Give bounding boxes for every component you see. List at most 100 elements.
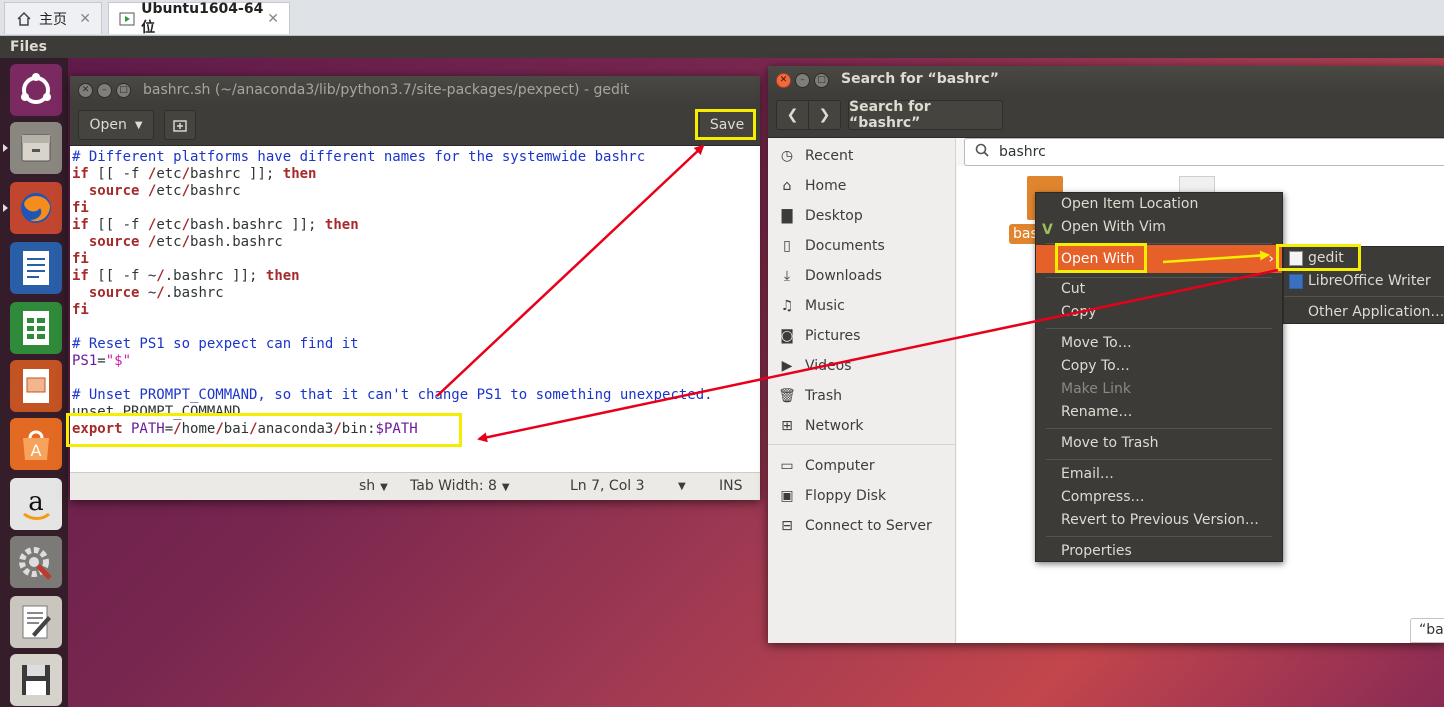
sidebar-item-computer[interactable]: ▭ Computer: [778, 454, 874, 478]
vm-tab-home[interactable]: 主页 ✕: [4, 2, 102, 34]
forward-button[interactable]: ❯: [808, 100, 841, 130]
code-view: # Different platforms have different nam…: [70, 146, 760, 438]
code-line: fi: [72, 251, 89, 267]
files-titlebar[interactable]: ✕ – □ Search for “bashrc”: [768, 66, 1444, 94]
menu-item-copy[interactable]: Copy: [1036, 301, 1282, 324]
menu-item-revert-to-previous-version[interactable]: Revert to Previous Version…: [1036, 509, 1282, 532]
home-icon: ⌂: [782, 178, 792, 194]
window-title: Search for “bashrc”: [841, 71, 999, 87]
sidebar-item-videos[interactable]: ▶ Videos: [778, 354, 852, 378]
menu-item-email[interactable]: Email…: [1036, 463, 1282, 486]
new-tab-button[interactable]: [164, 110, 196, 140]
maximize-icon[interactable]: □: [116, 83, 131, 98]
menu-item-open-item-location[interactable]: Open Item Location: [1036, 193, 1282, 216]
code-line: source ~/.bashrc: [72, 285, 224, 301]
libreoffice-writer-icon: [1289, 274, 1303, 289]
submenu-item-libreoffice-writer[interactable]: LibreOffice Writer: [1284, 270, 1444, 293]
vm-tab-ubuntu-label: Ubuntu1604-64 位: [141, 0, 264, 36]
svg-text:a: a: [28, 487, 44, 517]
maximize-icon[interactable]: □: [814, 73, 829, 88]
sidebar-item-connect-to-server[interactable]: ⊟ Connect to Server: [778, 514, 932, 538]
highlight-save-button: [695, 109, 756, 140]
vm-tab-strip: 主页 ✕ Ubuntu1604-64 位 ✕: [0, 0, 1444, 36]
gedit-titlebar[interactable]: ✕ – □ bashrc.sh (~/anaconda3/lib/python3…: [70, 76, 760, 104]
sidebar-item-downloads[interactable]: ⤓ Downloads: [778, 264, 882, 288]
code-line: # Unset PROMPT_COMMAND, so that it can't…: [72, 387, 713, 403]
submenu-item-other-application[interactable]: Other Application…: [1284, 301, 1444, 324]
system-settings-icon[interactable]: [10, 536, 62, 588]
software-center-icon[interactable]: A: [10, 418, 62, 470]
network-icon: ⊞: [781, 418, 793, 434]
libreoffice-writer-icon[interactable]: [10, 242, 62, 294]
search-input[interactable]: bashrc: [964, 138, 1444, 166]
new-tab-icon: [173, 120, 187, 132]
ubuntu-dash-icon[interactable]: [10, 64, 62, 116]
running-indicator: [3, 144, 8, 152]
firefox-icon[interactable]: [10, 182, 62, 234]
highlight-open-with: [1055, 243, 1147, 273]
code-line: if [[ -f /etc/bash.bashrc ]]; then: [72, 217, 359, 233]
libreoffice-impress-icon[interactable]: [10, 360, 62, 412]
close-icon[interactable]: ✕: [267, 11, 279, 27]
highlight-gedit: [1276, 244, 1361, 271]
running-indicator: [3, 204, 8, 212]
menu-item-rename[interactable]: Rename…: [1036, 401, 1282, 424]
window-controls: ✕ – □: [78, 83, 131, 98]
open-button-label: Open: [89, 117, 127, 133]
svg-text:A: A: [31, 441, 42, 460]
sidebar-item-desktop[interactable]: ▇ Desktop: [778, 204, 863, 228]
code-line: source /etc/bash.bashrc: [72, 234, 283, 250]
menu-item-cut[interactable]: Cut: [1036, 278, 1282, 301]
chevron-left-icon: ❮: [786, 107, 799, 123]
language-selector[interactable]: sh ▼: [359, 478, 388, 494]
gedit-headerbar: Open ▼ Save: [70, 104, 760, 146]
sidebar-item-music[interactable]: ♫ Music: [778, 294, 845, 318]
folder-icon: ▇: [781, 208, 793, 224]
search-icon: [975, 143, 989, 161]
menu-divider: [1284, 296, 1444, 297]
libreoffice-calc-icon[interactable]: [10, 302, 62, 354]
menu-divider: [1046, 459, 1272, 460]
save-icon[interactable]: [10, 654, 62, 706]
menu-item-move-to-trash[interactable]: Move to Trash: [1036, 432, 1282, 455]
open-button[interactable]: Open ▼: [78, 110, 154, 140]
insert-mode[interactable]: INS: [719, 478, 743, 494]
chevron-down-icon: ▼: [134, 119, 143, 131]
menu-item-compress[interactable]: Compress…: [1036, 486, 1282, 509]
vm-tab-ubuntu[interactable]: Ubuntu1604-64 位 ✕: [108, 0, 290, 36]
sidebar-item-home[interactable]: ⌂ Home: [778, 174, 847, 198]
back-button[interactable]: ❮: [776, 100, 809, 130]
code-line: if [[ -f ~/.bashrc ]]; then: [72, 268, 300, 284]
path-bar-button[interactable]: Search for “bashrc”: [848, 99, 1003, 131]
sidebar-item-recent[interactable]: ◷ Recent: [778, 144, 854, 168]
sidebar-item-documents[interactable]: ▯ Documents: [778, 234, 885, 258]
code-line: PS1="$": [72, 353, 132, 369]
code-line: source /etc/bashrc: [72, 183, 241, 199]
close-icon[interactable]: ✕: [776, 73, 791, 88]
menu-item-properties[interactable]: Properties: [1036, 540, 1282, 563]
menu-item-make-link: Make Link: [1061, 381, 1131, 397]
menu-item-open-with-vim[interactable]: Open With Vim: [1036, 216, 1282, 239]
sidebar-item-trash[interactable]: 🗑 Trash: [778, 384, 842, 408]
sidebar-item-network[interactable]: ⊞ Network: [778, 414, 863, 438]
close-icon[interactable]: ✕: [79, 11, 91, 27]
text-editor-icon[interactable]: [10, 596, 62, 648]
code-line: fi: [72, 302, 89, 318]
chevron-down-icon[interactable]: ▼: [678, 481, 686, 492]
home-icon: [15, 10, 33, 28]
floppy-icon: ▣: [780, 488, 794, 504]
trash-icon: 🗑: [778, 388, 796, 404]
server-icon: ⊟: [781, 518, 793, 534]
unity-launcher: A a: [0, 58, 68, 707]
close-icon[interactable]: ✕: [78, 83, 93, 98]
top-panel: Files: [0, 36, 1444, 58]
sidebar-item-pictures[interactable]: ◙ Pictures: [778, 324, 860, 348]
amazon-icon[interactable]: a: [10, 478, 62, 530]
menu-item-move-to[interactable]: Move To…: [1036, 332, 1282, 355]
minimize-icon[interactable]: –: [795, 73, 810, 88]
tab-width-selector[interactable]: Tab Width: 8 ▼: [410, 478, 510, 494]
menu-item-copy-to[interactable]: Copy To…: [1036, 355, 1282, 378]
files-icon[interactable]: [10, 122, 62, 174]
minimize-icon[interactable]: –: [97, 83, 112, 98]
sidebar-item-floppy-disk[interactable]: ▣ Floppy Disk: [778, 484, 886, 508]
